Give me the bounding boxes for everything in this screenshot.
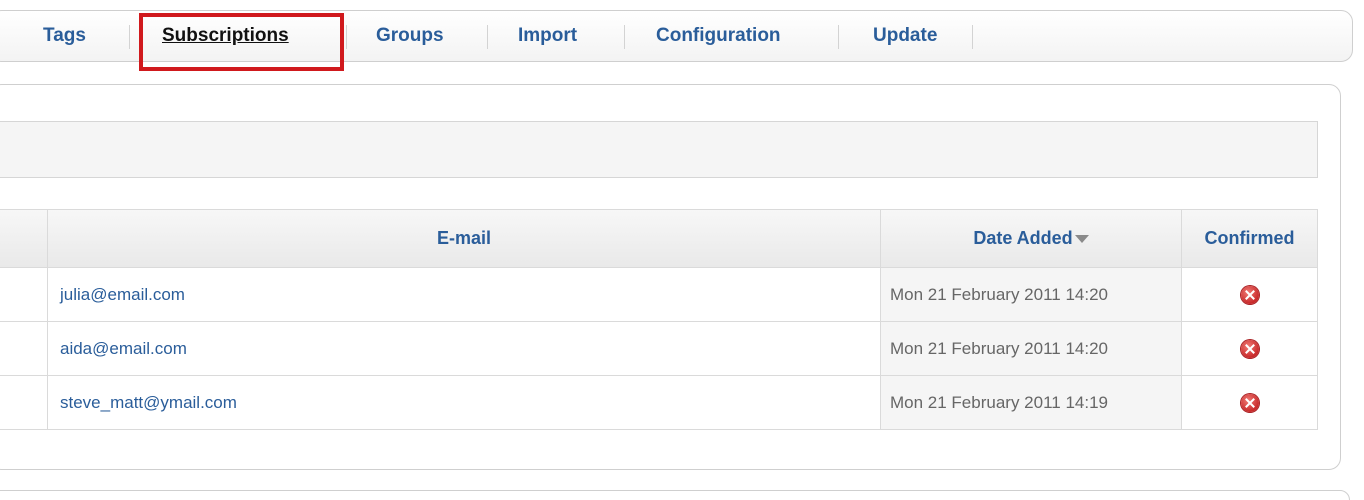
header-confirmed[interactable]: Confirmed [1182, 209, 1318, 268]
date-added-value: Mon 21 February 2011 14:20 [890, 284, 1108, 304]
tab-configuration[interactable]: Configuration [656, 10, 781, 62]
header-date-added[interactable]: Date Added [881, 209, 1182, 268]
tab-separator [838, 25, 839, 49]
email-link[interactable]: aida@email.com [60, 339, 187, 359]
header-email-label: E-mail [436, 228, 492, 248]
highlight-annotation-box [139, 13, 344, 71]
sort-desc-icon [1074, 234, 1089, 243]
tab-import[interactable]: Import [518, 10, 577, 62]
tab-separator [624, 25, 625, 49]
table-row-confirmed[interactable] [1182, 268, 1318, 322]
filter-bar [0, 121, 1318, 178]
table-row-email[interactable]: julia@email.com [48, 268, 881, 322]
unconfirmed-x-icon[interactable] [1240, 393, 1259, 412]
email-link[interactable]: steve_matt@ymail.com [60, 393, 237, 413]
table-row-date: Mon 21 February 2011 14:20 [881, 268, 1182, 322]
header-email[interactable]: E-mail [48, 209, 881, 268]
unconfirmed-x-icon[interactable] [1240, 339, 1259, 358]
header-date-label: Date Added [973, 228, 1073, 248]
table-row-email[interactable]: aida@email.com [48, 322, 881, 376]
row-select-cell [0, 268, 48, 322]
header-confirmed-label: Confirmed [1204, 228, 1295, 248]
tab-separator [346, 25, 347, 49]
table-row-date: Mon 21 February 2011 14:19 [881, 376, 1182, 430]
date-added-value: Mon 21 February 2011 14:19 [890, 392, 1108, 412]
tab-separator [972, 25, 973, 49]
table-header-cell [0, 209, 48, 268]
row-select-cell [0, 322, 48, 376]
row-select-cell [0, 376, 48, 430]
tab-separator [487, 25, 488, 49]
tab-update[interactable]: Update [873, 10, 937, 62]
unconfirmed-x-icon[interactable] [1240, 285, 1259, 304]
tab-tags[interactable]: Tags [43, 10, 86, 62]
next-panel-edge [0, 490, 1350, 500]
table-row-confirmed[interactable] [1182, 376, 1318, 430]
table-row-email[interactable]: steve_matt@ymail.com [48, 376, 881, 430]
table-row-date: Mon 21 February 2011 14:20 [881, 322, 1182, 376]
tab-groups[interactable]: Groups [376, 10, 444, 62]
email-link[interactable]: julia@email.com [60, 285, 185, 305]
table-row-confirmed[interactable] [1182, 322, 1318, 376]
tab-separator [129, 25, 130, 49]
date-added-value: Mon 21 February 2011 14:20 [890, 338, 1108, 358]
